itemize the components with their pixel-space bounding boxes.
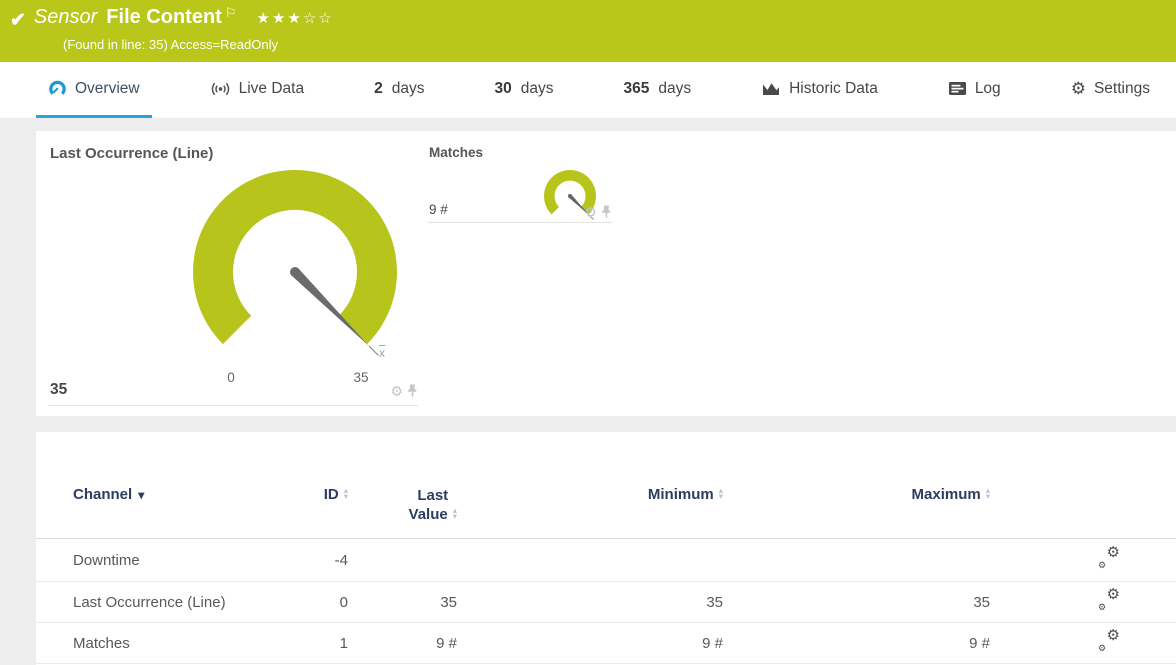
tab-bar: Overview Live Data 2 days 30 days 365 da… (0, 62, 1176, 118)
column-label: ID (323, 486, 339, 503)
tab-log[interactable]: Log (936, 62, 1013, 118)
cell-channel: Downtime (36, 538, 316, 582)
tab-settings[interactable]: ⚙ Settings (1059, 62, 1162, 118)
cell-channel: Last Occurrence (Line) (36, 581, 316, 623)
sensor-name: File Content (106, 6, 222, 28)
gauge-scale-min: 0 (227, 370, 235, 385)
gauge-chart-large (193, 169, 397, 356)
prtg-sensor-page: ✔ Sensor File Content ⚐ ★★★☆☆ (Found in … (0, 0, 1176, 665)
channels-panel: Channel ▾ ID ▴ ▾ Last Value ▴ ▾ Minimum ▴ ▾ Max… (36, 432, 1176, 665)
column-header-last-value[interactable]: Last Value ▴ ▾ (356, 432, 465, 539)
tab-historic-data[interactable]: Historic Data (749, 62, 890, 118)
column-label: Minimum (647, 486, 714, 503)
tab-label: Log (974, 79, 1001, 97)
status-ok-check-icon: ✔ (10, 10, 26, 31)
channels-table: Channel ▾ ID ▴ ▾ Last Value ▴ ▾ Minimum ▴ ▾ Max… (36, 432, 1176, 664)
column-label: Maximum (911, 486, 981, 503)
cell-last-value: 35 (356, 581, 465, 623)
gauge-settings-gear-icon[interactable]: ⚙ (584, 205, 597, 219)
table-row-downtime: Downtime -4 ⚙ ⚙ (36, 538, 1176, 582)
cell-edit: ⚙ ⚙ (998, 622, 1176, 664)
column-header-minimum[interactable]: Minimum ▴ ▾ (465, 432, 731, 539)
cell-id: 1 (316, 622, 356, 664)
gauges-panel: Last Occurrence (Line) 0 35 x 35 ⚙ Match… (36, 131, 1176, 416)
tab-label: days (520, 79, 554, 97)
cell-minimum: 9 # (465, 622, 731, 664)
sort-arrows-icon: ▴ ▾ (985, 484, 990, 502)
sort-arrows-icon: ▴ ▾ (452, 504, 457, 522)
priority-stars[interactable]: ★★★☆☆ (257, 9, 334, 27)
sort-caret-icon: ▾ (138, 488, 145, 502)
tab-label: days (391, 79, 425, 97)
tab-label: days (658, 79, 692, 97)
tab-overview[interactable]: Overview (36, 62, 152, 118)
column-header-channel[interactable]: Channel ▾ (36, 432, 316, 539)
table-row-last-occurrence: Last Occurrence (Line) 0 35 35 35 ⚙ ⚙ (36, 581, 1176, 623)
log-icon (948, 82, 966, 95)
cell-last-value (356, 538, 465, 582)
flag-icon[interactable]: ⚐ (225, 5, 237, 21)
gauge-scale-max: 35 (353, 370, 369, 385)
channel-settings-icon[interactable]: ⚙ ⚙ (1098, 545, 1120, 570)
cell-minimum (465, 538, 731, 582)
gauge-cell-matches: Matches 9 # ⚙ (428, 131, 612, 223)
gear-icon: ⚙ (1070, 79, 1086, 98)
channel-settings-icon[interactable]: ⚙ ⚙ (1098, 587, 1120, 612)
gauge-average-marker: x (379, 346, 385, 360)
gauge-title: Matches (429, 145, 484, 160)
gauge-cell-last-occurrence: Last Occurrence (Line) 0 35 x 35 ⚙ (48, 131, 418, 406)
sensor-status-message: (Found in line: 35) Access=ReadOnly (63, 37, 278, 52)
sort-arrows-icon: ▴ ▾ (718, 484, 723, 502)
column-label: Value (408, 506, 448, 523)
cell-maximum: 9 # (731, 622, 998, 664)
table-header-row: Channel ▾ ID ▴ ▾ Last Value ▴ ▾ Minimum ▴ ▾ Max… (36, 432, 1176, 539)
tab-label: Live Data (238, 79, 305, 97)
column-header-id[interactable]: ID ▴ ▾ (316, 432, 356, 539)
tab-number: 2 (374, 79, 383, 97)
tab-number: 30 (494, 79, 512, 97)
tab-label: Overview (75, 79, 140, 97)
gauge-toolbar: ⚙ (584, 205, 612, 219)
gauge-value: 9 # (429, 202, 448, 217)
column-label: Last (417, 487, 449, 504)
tab-label: Historic Data (789, 79, 878, 97)
area-chart-icon (763, 83, 780, 95)
cell-edit: ⚙ ⚙ (998, 538, 1176, 582)
sensor-status-header: ✔ Sensor File Content ⚐ ★★★☆☆ (Found in … (0, 0, 1176, 62)
cell-channel: Matches (36, 622, 316, 664)
tab-2-days[interactable]: 2 days (362, 62, 436, 118)
broadcast-icon (211, 82, 229, 95)
tab-30-days[interactable]: 30 days (482, 62, 565, 118)
sort-arrows-icon: ▴ ▾ (343, 484, 348, 502)
gauge-icon (49, 80, 66, 95)
sensor-title-row: ✔ Sensor File Content ⚐ ★★★☆☆ (0, 0, 1176, 32)
object-type-label: Sensor (33, 6, 98, 28)
cell-edit: ⚙ ⚙ (998, 581, 1176, 623)
table-row-matches: Matches 1 9 # 9 # 9 # ⚙ ⚙ (36, 622, 1176, 664)
cell-last-value: 9 # (356, 622, 465, 664)
cell-maximum (731, 538, 998, 582)
pin-icon[interactable] (601, 205, 612, 219)
pin-icon[interactable] (407, 384, 418, 398)
cell-id: 0 (316, 581, 356, 623)
channel-settings-icon[interactable]: ⚙ ⚙ (1098, 628, 1120, 653)
cell-maximum: 35 (731, 581, 998, 623)
column-header-maximum[interactable]: Maximum ▴ ▾ (731, 432, 998, 539)
gauge-title: Last Occurrence (Line) (50, 145, 214, 162)
tab-365-days[interactable]: 365 days (611, 62, 703, 118)
tab-number: 365 (623, 79, 650, 97)
cell-id: -4 (316, 538, 356, 582)
gauge-value: 35 (50, 381, 68, 398)
column-label: Channel (73, 486, 133, 503)
tab-live-data[interactable]: Live Data (198, 62, 316, 118)
cell-minimum: 35 (465, 581, 731, 623)
gauge-settings-gear-icon[interactable]: ⚙ (390, 384, 403, 398)
tab-label: Settings (1093, 79, 1150, 97)
column-header-edit (998, 432, 1176, 539)
gauge-toolbar: ⚙ (390, 384, 418, 398)
